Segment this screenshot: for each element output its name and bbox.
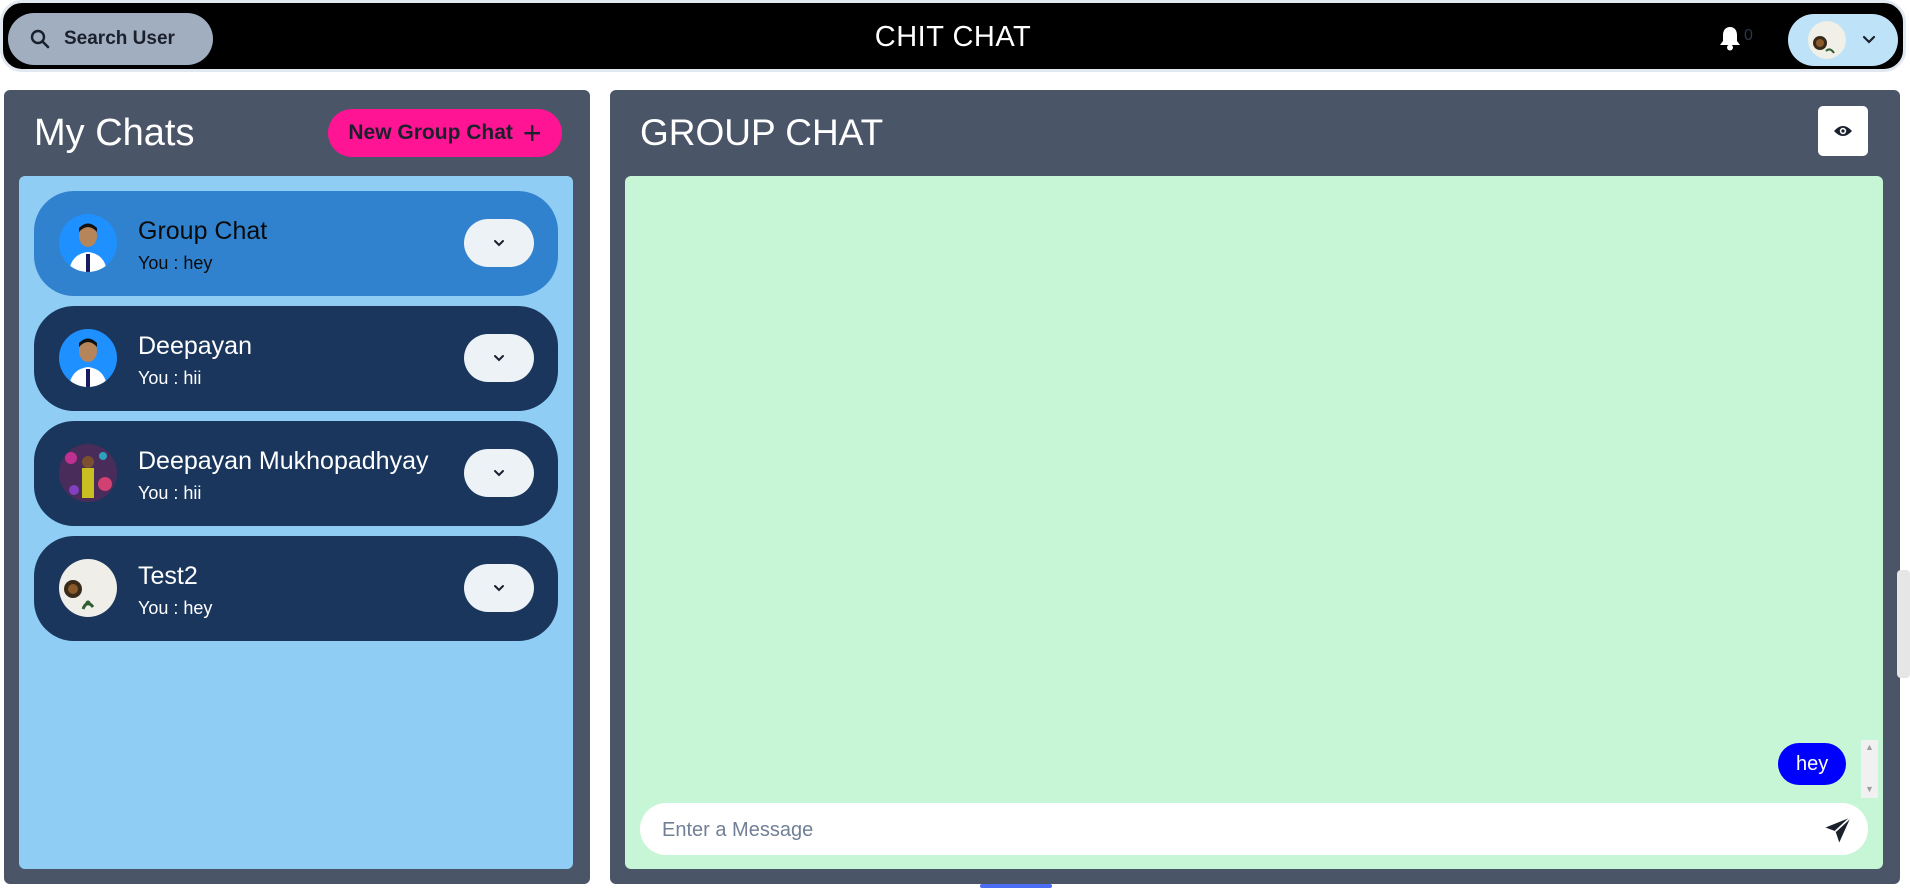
chevron-down-icon bbox=[494, 585, 504, 592]
avatar bbox=[1808, 21, 1846, 59]
conversation-panel: GROUP CHAT hey ▲ ▼ bbox=[610, 90, 1900, 884]
chat-last-message: You : hii bbox=[138, 483, 202, 503]
chat-name: Deepayan bbox=[138, 332, 252, 360]
chat-item-deepayan[interactable]: Deepayan You : hii bbox=[34, 306, 558, 411]
avatar bbox=[59, 444, 117, 502]
avatar bbox=[59, 214, 117, 272]
avatar bbox=[59, 329, 117, 387]
my-chats-panel: My Chats New Group Chat + Group Chat You… bbox=[4, 90, 590, 884]
notification-button[interactable]: 0 bbox=[1718, 25, 1753, 51]
chat-last-message: You : hey bbox=[138, 598, 213, 618]
message-bubble: hey bbox=[1778, 743, 1847, 785]
messages-area: hey ▲ ▼ bbox=[625, 176, 1883, 869]
conversation-title: GROUP CHAT bbox=[640, 112, 884, 153]
profile-menu-button[interactable] bbox=[1788, 14, 1898, 66]
chat-options-button[interactable] bbox=[464, 449, 534, 497]
eye-icon bbox=[1834, 126, 1852, 136]
avatar bbox=[59, 559, 117, 617]
send-icon[interactable] bbox=[1823, 815, 1853, 845]
message-input[interactable] bbox=[660, 803, 1804, 857]
chat-item-test2[interactable]: Test2 You : hey bbox=[34, 536, 558, 641]
bottom-indicator bbox=[980, 884, 1052, 888]
scroll-down-arrow-icon[interactable]: ▼ bbox=[1865, 784, 1874, 794]
top-bar: Search User CHIT CHAT 0 bbox=[0, 0, 1906, 72]
chat-last-message: You : hii bbox=[138, 368, 202, 388]
page-scrollbar[interactable] bbox=[1897, 570, 1910, 678]
view-details-button[interactable] bbox=[1818, 106, 1868, 156]
chat-name: Deepayan Mukhopadhyay bbox=[138, 447, 429, 475]
chevron-down-icon bbox=[494, 240, 504, 247]
notification-count: 0 bbox=[1744, 27, 1753, 44]
new-group-chat-label: New Group Chat bbox=[348, 121, 513, 144]
chevron-down-icon bbox=[494, 355, 504, 362]
messages-scrollbar[interactable]: ▲ ▼ bbox=[1861, 740, 1878, 798]
chat-list: Group Chat You : hey Deepayan You : hii … bbox=[19, 176, 573, 869]
chat-options-button[interactable] bbox=[464, 219, 534, 267]
new-group-chat-button[interactable]: New Group Chat + bbox=[328, 109, 562, 157]
chevron-down-icon bbox=[1862, 35, 1876, 44]
chat-options-button[interactable] bbox=[464, 564, 534, 612]
plus-icon: + bbox=[522, 115, 542, 151]
chat-last-message: You : hey bbox=[138, 253, 213, 273]
chat-options-button[interactable] bbox=[464, 334, 534, 382]
chevron-down-icon bbox=[494, 470, 504, 477]
chat-name: Test2 bbox=[138, 562, 198, 590]
chat-item-group-chat[interactable]: Group Chat You : hey bbox=[34, 191, 558, 296]
chat-item-deepayan-mukhopadhyay[interactable]: Deepayan Mukhopadhyay You : hii bbox=[34, 421, 558, 526]
message-input-container bbox=[640, 803, 1868, 857]
bell-icon bbox=[1720, 27, 1740, 51]
app-title: CHIT CHAT bbox=[874, 21, 1032, 53]
chat-name: Group Chat bbox=[138, 217, 268, 245]
my-chats-title: My Chats bbox=[34, 112, 195, 154]
scroll-up-arrow-icon[interactable]: ▲ bbox=[1865, 742, 1874, 752]
